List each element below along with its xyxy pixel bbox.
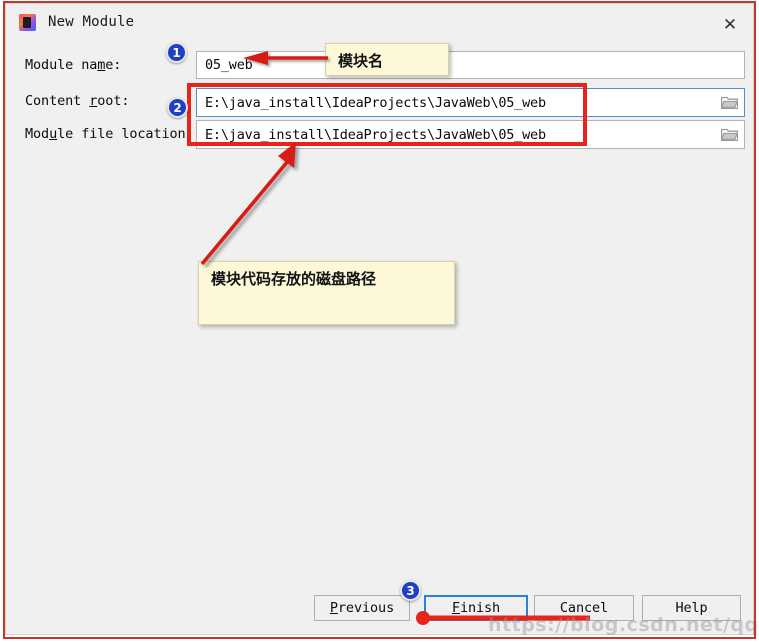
label-part: e: xyxy=(105,57,122,73)
button-label: Cancel xyxy=(559,600,609,616)
button-mnemonic: F xyxy=(451,600,460,616)
button-label: Help xyxy=(675,600,708,616)
label-part: Module na xyxy=(25,57,98,73)
content-root-label: Content root: xyxy=(25,93,129,109)
content-root-browse-folder-icon[interactable] xyxy=(721,95,738,109)
annotation-note-module-name: 模块名 xyxy=(325,43,449,76)
dialog-title: New Module xyxy=(48,14,135,30)
finish-button[interactable]: Finish xyxy=(424,595,528,621)
content-root-input[interactable]: E:\java_install\IdeaProjects\JavaWeb\05_… xyxy=(196,88,745,117)
cancel-button[interactable]: Cancel xyxy=(534,595,634,621)
module-name-label: Module name: xyxy=(25,57,121,73)
module-file-location-browse-folder-icon[interactable] xyxy=(721,127,738,141)
button-label: revious xyxy=(337,600,395,616)
button-label: inish xyxy=(459,600,501,616)
previous-button[interactable]: Previous xyxy=(314,595,410,621)
note-text: 模块代码存放的磁盘路径 xyxy=(211,270,377,288)
dialog-titlebar: New Module ✕ xyxy=(6,4,753,40)
label-part: Content xyxy=(25,93,90,109)
label-part: oot: xyxy=(97,93,130,109)
label-part: le file location: xyxy=(57,126,194,142)
annotation-badge-1: 1 xyxy=(166,42,187,63)
module-file-location-input[interactable]: E:\java_install\IdeaProjects\JavaWeb\05_… xyxy=(196,120,745,149)
close-icon[interactable]: ✕ xyxy=(721,16,739,34)
button-mnemonic: P xyxy=(329,600,338,616)
screenshot-root: New Module ✕ Module name: 05_web Content… xyxy=(0,0,759,642)
module-name-input[interactable]: 05_web xyxy=(196,51,745,79)
label-mnemonic: u xyxy=(49,126,58,142)
annotation-badge-2: 2 xyxy=(167,97,188,118)
annotation-badge-3: 3 xyxy=(400,580,421,601)
module-file-location-label: Module file location: xyxy=(25,126,194,142)
annotation-note-paths: 模块代码存放的磁盘路径 xyxy=(198,261,455,325)
note-text: 模块名 xyxy=(338,52,384,70)
help-button[interactable]: Help xyxy=(642,595,741,621)
intellij-idea-icon xyxy=(19,14,36,31)
label-part: Mod xyxy=(25,126,50,142)
